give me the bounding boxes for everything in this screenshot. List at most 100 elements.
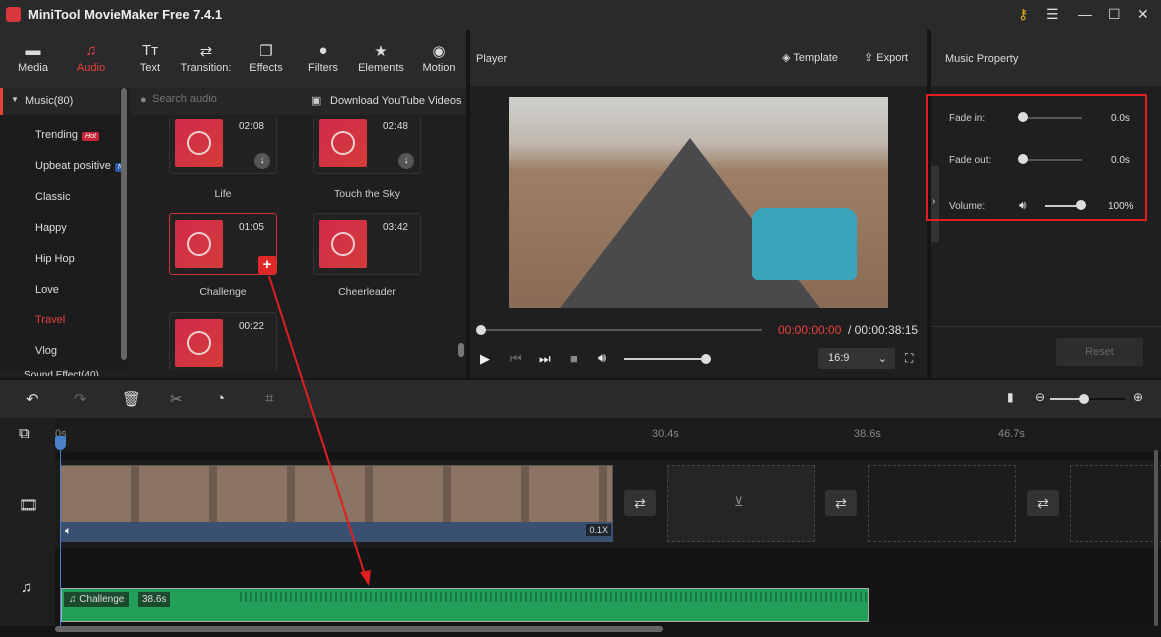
tab-motion[interactable]: ◉ Motion [410,42,468,74]
music-name: Challenge [199,286,247,298]
timeline-vertical-scrollbar[interactable] [1154,450,1158,626]
tab-label: Motion [422,62,456,74]
tick-label: 46.7s [998,428,1025,440]
maximize-button[interactable]: ☐ [1108,6,1121,23]
music-card-cheerleader[interactable]: 03:42 [313,213,421,275]
undo-icon[interactable]: ↶ [26,390,39,408]
volume-slider[interactable] [624,358,706,360]
tab-audio[interactable]: ♫ Audio [62,42,120,74]
tab-text[interactable]: Tт Text [121,42,179,74]
add-track-icon[interactable]: ⧉ [19,425,30,442]
transition-slot-button[interactable]: ⇄ [825,490,857,516]
motion-icon: ◉ [432,43,446,60]
sidebar-item-label: Trending [35,129,79,141]
sidebar-item-sound-effect[interactable]: Sound Effect(40) [24,370,99,376]
volume-knob[interactable] [701,354,711,364]
audio-waveform [240,592,868,602]
tab-elements[interactable]: ★ Elements [352,42,410,74]
previous-frame-button[interactable]: ⏮ [510,351,522,367]
elements-icon: ★ [374,43,388,60]
crop-icon[interactable]: ⌗ [265,390,273,407]
import-icon: ⊻ [734,494,744,509]
total-time: / 00:00:38:15 [848,323,919,337]
redo-icon[interactable]: ↷ [74,390,87,408]
timeline-ruler [0,418,1161,452]
sidebar-item-happy[interactable]: Happy [35,222,67,234]
tab-media[interactable]: ▬ Media [4,42,62,74]
tab-label: Elements [358,62,404,74]
reset-button[interactable]: Reset [1056,338,1143,366]
tab-label: Filters [308,62,338,74]
sidebar-scrollbar[interactable] [121,88,127,360]
fit-icon[interactable]: ▮ [1007,390,1014,404]
tab-effects[interactable]: ❐ Effects [237,42,295,74]
zoom-in-icon[interactable]: ⊕ [1133,390,1143,404]
stop-button[interactable]: ■ [570,351,578,366]
sidebar-item-classic[interactable]: Classic [35,191,70,203]
download-icon[interactable]: ↓ [254,153,270,169]
play-button[interactable]: ▶ [480,351,490,367]
fullscreen-icon[interactable]: ⛶ [905,351,913,366]
music-thumbnail [175,319,223,367]
download-icon[interactable]: ↓ [398,153,414,169]
search-input[interactable] [152,93,292,105]
volume-icon[interactable]: 🔊︎ [598,350,606,366]
music-card[interactable]: 00:22 [169,312,277,370]
progress-knob[interactable] [476,325,486,335]
progress-bar[interactable] [480,329,762,331]
empty-slot[interactable] [868,465,1016,542]
empty-slot[interactable] [1070,465,1161,542]
download-youtube-link[interactable]: Download YouTube Videos [330,95,462,107]
sidebar-item-travel[interactable]: Travel [35,314,65,326]
sidebar-item-vlog[interactable]: Vlog [35,345,57,357]
music-grid: 02:08 ↓ Life 02:48 ↓ Touch the Sky 01:05 + … [130,118,466,370]
menu-icon[interactable]: ☰ [1046,6,1059,23]
template-label: Template [793,52,838,64]
template-button[interactable]: ◈ Template [782,51,838,64]
tick-label: 30.4s [652,428,679,440]
aspect-ratio-select[interactable]: 16:9 ⌄ [818,348,895,369]
zoom-out-icon[interactable]: ⊖ [1035,390,1045,404]
music-grid-scrollbar[interactable] [458,343,464,357]
key-icon[interactable]: ⚷ [1018,6,1028,23]
sidebar-item-upbeat[interactable]: Upbeat positiveN [35,160,126,172]
speed-icon[interactable]: ◔ [216,390,225,407]
playhead[interactable] [55,436,66,626]
audio-clip-length: 38.6s [138,592,171,607]
scissors-icon[interactable]: ✂ [170,390,183,408]
minimize-button[interactable]: — [1078,6,1092,22]
music-card-touch-the-sky[interactable]: 02:48 ↓ [313,118,421,174]
duration: 01:05 [238,222,264,233]
tab-label: Transition: [180,62,232,74]
caret-down-icon: ▼ [11,95,19,104]
sidebar-item-love[interactable]: Love [35,284,59,296]
next-frame-button[interactable]: ⏭ [539,351,551,367]
timeline-scrollbar[interactable] [55,626,663,632]
drop-slot[interactable]: ⊻ [667,465,815,542]
add-icon[interactable]: + [258,256,276,274]
audio-clip-name: ♫ Challenge [64,592,130,607]
tab-transition[interactable]: ⇄ Transition: [177,42,235,74]
zoom-knob[interactable] [1079,394,1089,404]
export-button[interactable]: ⇪ Export [864,51,908,64]
music-card-challenge[interactable]: 01:05 + [169,213,277,275]
player-header: Player ◈ Template ⇪ Export [470,30,927,86]
sidebar-item-hip-hop[interactable]: Hip Hop [35,253,75,265]
sidebar-item-trending[interactable]: Trending Hot [35,129,99,141]
transition-slot-button[interactable]: ⇄ [1027,490,1059,516]
transition-slot-button[interactable]: ⇄ [624,490,656,516]
music-track-icon: ♫ [21,579,33,596]
text-icon: Tт [141,42,159,59]
app-title: MiniTool MovieMaker Free 7.4.1 [28,7,223,22]
close-button[interactable]: ✕ [1137,6,1149,23]
tab-filters[interactable]: ● Filters [294,42,352,74]
tab-label: Media [18,62,48,74]
music-category-header[interactable]: ▼ Music(80) [0,88,120,115]
aspect-ratio-value: 16:9 [828,352,850,364]
delete-icon[interactable]: 🗑︎ [122,390,141,408]
player-title: Player [476,53,508,65]
filters-icon: ● [318,42,328,59]
music-note-icon: ♫ [69,594,80,605]
music-name: Life [214,188,232,200]
music-card-life[interactable]: 02:08 ↓ [169,118,277,174]
